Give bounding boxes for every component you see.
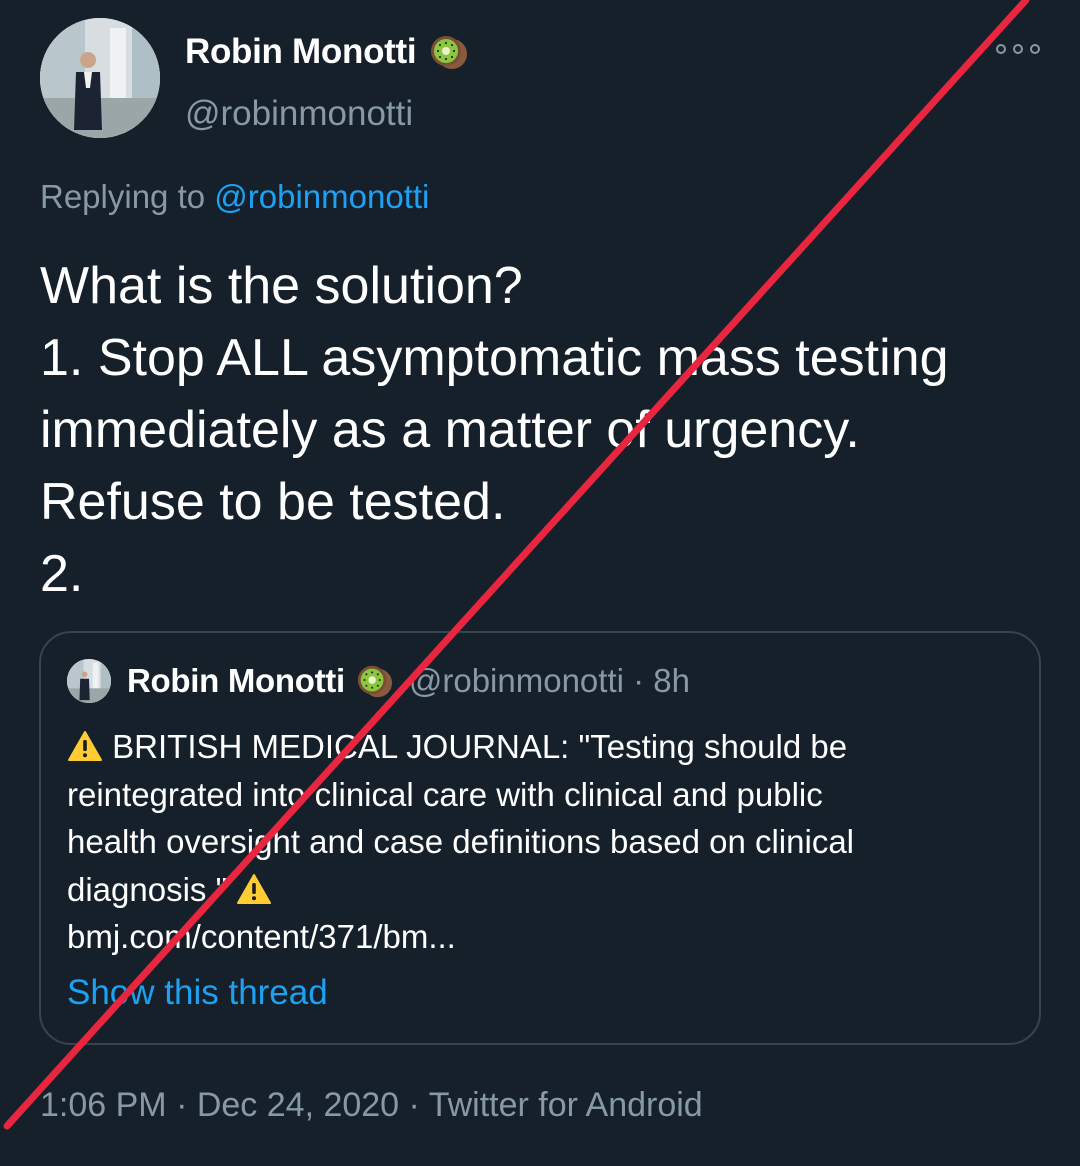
replying-to-label: Replying to bbox=[40, 178, 206, 215]
author-name-line: Robin Monotti bbox=[185, 30, 468, 74]
tweet-text-line: immediately as a matter of urgency. bbox=[40, 401, 860, 459]
replying-to-mention[interactable]: @robinmonotti bbox=[214, 178, 429, 215]
timestamp-text[interactable]: 1:06 PM · Dec 24, 2020 · bbox=[40, 1086, 429, 1124]
author-avatar[interactable] bbox=[40, 18, 160, 138]
quoted-text-line: BRITISH MEDICAL JOURNAL: "Testing should… bbox=[67, 723, 1017, 771]
quoted-text-line: diagnosis." bbox=[67, 866, 1017, 914]
quoted-text-line: health oversight and case definitions ba… bbox=[67, 823, 855, 860]
quoted-tweet-text: BRITISH MEDICAL JOURNAL: "Testing should… bbox=[67, 723, 1017, 961]
tweet-timestamp: 1:06 PM · Dec 24, 2020 · Twitter for And… bbox=[40, 1086, 703, 1125]
show-thread-link[interactable]: Show this thread bbox=[67, 973, 328, 1013]
quoted-tweet-header: Robin Monotti @robinmonotti · 8h bbox=[67, 657, 690, 705]
replying-to: Replying to @robinmonotti bbox=[40, 178, 429, 216]
quoted-author-name: Robin Monotti bbox=[127, 662, 345, 699]
quoted-tweet-card[interactable]: Robin Monotti @robinmonotti · 8h BRITISH… bbox=[39, 631, 1041, 1045]
author-handle[interactable]: @robinmonotti bbox=[185, 94, 413, 134]
tweet-text-line: 2. bbox=[40, 545, 84, 603]
quoted-handle-time: @robinmonotti · 8h bbox=[408, 662, 690, 699]
quoted-text-line: reintegrated into clinical care with cli… bbox=[67, 775, 823, 813]
tweet-text-line: What is the solution? bbox=[40, 257, 523, 315]
tweet-text: What is the solution? 1. Stop ALL asympt… bbox=[40, 250, 1040, 610]
quoted-text-segment: diagnosis." bbox=[67, 870, 228, 908]
tweet-header: Robin Monotti @robinmonotti bbox=[40, 18, 1040, 140]
warning-icon bbox=[67, 727, 103, 761]
tweet-source[interactable]: Twitter for Android bbox=[429, 1086, 703, 1124]
quoted-link[interactable]: bmj.com/content/371/bm... bbox=[67, 913, 1017, 961]
quoted-author-avatar bbox=[67, 659, 111, 703]
author-display-name[interactable]: Robin Monotti bbox=[185, 32, 417, 72]
tweet-text-line: Refuse to be tested. bbox=[40, 473, 506, 531]
warning-icon bbox=[236, 870, 272, 904]
more-options-icon[interactable] bbox=[996, 36, 1040, 62]
kiwi-icon bbox=[428, 32, 468, 72]
tweet-text-line: 1. Stop ALL asymptomatic mass testing bbox=[40, 329, 949, 387]
kiwi-icon bbox=[355, 662, 393, 700]
quoted-text-segment: BRITISH MEDICAL JOURNAL: "Testing should… bbox=[112, 728, 848, 765]
